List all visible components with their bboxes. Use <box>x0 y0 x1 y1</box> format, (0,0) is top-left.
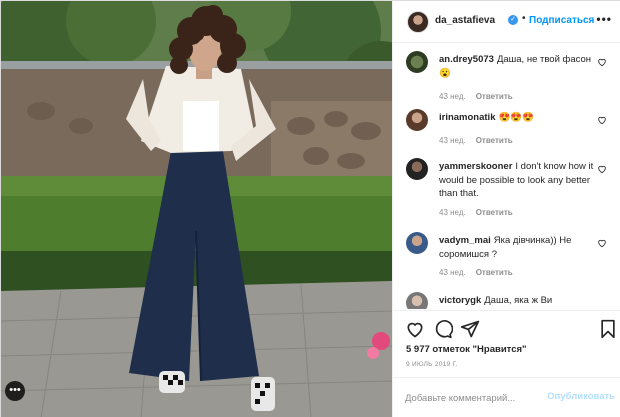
author-username[interactable]: da_astafieva <box>435 15 495 26</box>
post-date[interactable]: 9 ИЮЛЬ 2019 Г. <box>406 361 458 368</box>
post-photo[interactable]: ••• <box>1 1 392 417</box>
comments-list[interactable]: an.drey5073 Даша, не твой фасон 😮 43 нед.… <box>393 44 620 309</box>
comment-like-heart-icon[interactable] <box>597 164 607 174</box>
comment-like-heart-icon[interactable] <box>597 238 607 248</box>
comment-age: 43 нед. <box>439 136 466 145</box>
comment-text-block: irinamonatik 😍😍😍 <box>439 111 599 125</box>
comment-like-heart-icon[interactable] <box>597 57 607 67</box>
heart-icon[interactable] <box>405 319 425 339</box>
comment-meta: 43 нед. Ответить <box>439 208 523 217</box>
comment-text-block: yammerskooner I don't know how it would b… <box>439 160 599 201</box>
add-comment-bar: Опубликовать <box>393 377 620 417</box>
more-options-icon[interactable]: ••• <box>596 12 612 26</box>
comment-username[interactable]: an.drey5073 <box>439 54 494 65</box>
follow-button[interactable]: Подписаться <box>529 15 594 26</box>
comment-text-block: victorygk Даша, яка ж Ви <box>439 294 599 308</box>
post-sidebar: da_astafieva ✓ • Подписаться ••• an.drey… <box>392 1 620 417</box>
reply-button[interactable]: Ответить <box>476 208 513 217</box>
likes-count[interactable]: 5 977 отметок "Нравится" <box>406 344 527 355</box>
share-icon[interactable] <box>460 319 480 339</box>
commenter-avatar[interactable] <box>406 158 428 180</box>
comment-body: Даша, яка ж Ви <box>484 295 553 306</box>
comment-username[interactable]: yammerskooner <box>439 161 512 172</box>
photo-more-options-icon[interactable]: ••• <box>5 381 25 401</box>
author-avatar[interactable] <box>407 11 429 33</box>
reply-button[interactable]: Ответить <box>476 92 513 101</box>
commenter-avatar[interactable] <box>406 51 428 73</box>
comment-username[interactable]: vadym_mai <box>439 235 491 246</box>
verified-icon: ✓ <box>508 15 518 25</box>
comment-input[interactable] <box>405 390 545 406</box>
reply-button[interactable]: Ответить <box>476 136 513 145</box>
comment-username[interactable]: victorygk <box>439 295 481 306</box>
comment-meta: 43 нед. Ответить <box>439 136 523 145</box>
commenter-avatar[interactable] <box>406 109 428 131</box>
comment-meta: 43 нед. Ответить <box>439 92 523 101</box>
publish-comment-button[interactable]: Опубликовать <box>547 391 615 402</box>
commenter-avatar[interactable] <box>406 292 428 309</box>
comment-icon[interactable] <box>433 319 453 339</box>
commenter-avatar[interactable] <box>406 232 428 254</box>
post-header: da_astafieva ✓ • Подписаться ••• <box>393 1 620 43</box>
comment-meta: 43 нед. Ответить <box>439 268 523 277</box>
photo-illustration <box>1 1 392 417</box>
instagram-post: ••• da_astafieva ✓ • Подписаться ••• an.… <box>0 0 620 417</box>
comment-age: 43 нед. <box>439 208 466 217</box>
action-bar <box>393 310 620 344</box>
bookmark-icon[interactable] <box>598 319 618 339</box>
comment-text-block: an.drey5073 Даша, не твой фасон 😮 <box>439 53 599 80</box>
comment-like-heart-icon[interactable] <box>597 115 607 125</box>
comment-body: 😍😍😍 <box>498 112 535 123</box>
comment-username[interactable]: irinamonatik <box>439 112 496 123</box>
reply-button[interactable]: Ответить <box>476 268 513 277</box>
comment-text-block: vadym_mai Яка дівчинка)) Не соромишся ? <box>439 234 599 261</box>
comment-age: 43 нед. <box>439 268 466 277</box>
header-separator: • <box>522 13 526 24</box>
comment-age: 43 нед. <box>439 92 466 101</box>
